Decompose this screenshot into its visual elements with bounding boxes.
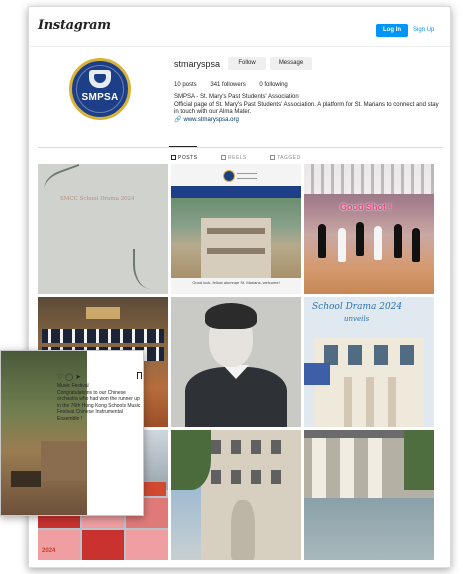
link-icon: 🔗	[174, 116, 182, 123]
post-subtitle: unveils	[344, 315, 370, 323]
bio: SMPSA - St. Mary's Past Students' Associ…	[174, 94, 444, 124]
column	[344, 377, 352, 427]
column	[312, 438, 326, 498]
player-figure	[338, 228, 346, 262]
post-tile[interactable]: SMCC School Drama 2024	[38, 164, 168, 294]
window	[374, 345, 388, 365]
reels-icon	[221, 155, 226, 160]
post-caption: Good Shot !	[340, 202, 392, 212]
crest-icon	[89, 70, 111, 88]
poster	[304, 363, 330, 385]
bio-link-row[interactable]: 🔗 www.stmaryspsa.org	[174, 117, 444, 125]
building-photo	[314, 337, 424, 427]
following-count[interactable]: 0 following	[259, 82, 287, 88]
player-figure	[318, 224, 326, 258]
window	[251, 440, 261, 454]
tab-reels[interactable]: REELS	[221, 155, 247, 161]
post-detail-popup[interactable]: ♡ ◯ ➤ Music Festival Congratulations to …	[0, 350, 144, 516]
wall	[41, 441, 87, 481]
tab-posts-label: POSTS	[178, 155, 198, 161]
year-label: 2024	[42, 548, 56, 554]
post-body: Congratulations to our Chinese orchestra…	[57, 389, 141, 422]
instagram-logo[interactable]: Instagram	[38, 18, 111, 33]
courtyard-floor	[304, 498, 434, 560]
deck	[11, 471, 41, 487]
tab-posts[interactable]: POSTS	[171, 155, 197, 161]
team-photo	[304, 164, 434, 194]
player-figure	[412, 228, 420, 262]
tab-reels-label: REELS	[228, 155, 247, 161]
tab-tagged[interactable]: TAGGED	[270, 155, 301, 161]
post-caption: Good luck, fellow alumnae St. Marians, w…	[192, 280, 280, 285]
post-tile[interactable]	[171, 430, 301, 560]
post-tile[interactable]: School Drama 2024 unveils	[304, 297, 434, 427]
window	[271, 470, 281, 484]
bio-name: SMPSA - St. Mary's Past Students' Associ…	[174, 94, 299, 100]
follow-button[interactable]: Follow	[228, 57, 266, 70]
post-actions: ♡ ◯ ➤	[57, 373, 143, 381]
bio-link[interactable]: www.stmaryspsa.org	[183, 117, 238, 123]
tree	[404, 430, 434, 490]
player-figure	[394, 224, 402, 258]
site-nav-bar	[171, 186, 301, 198]
bio-text: Official page of St. Mary's Past Student…	[174, 101, 439, 116]
posts-count: 10 posts	[174, 82, 197, 88]
share-icon[interactable]: ➤	[75, 374, 81, 381]
column	[368, 438, 382, 498]
message-button[interactable]: Message	[270, 57, 312, 70]
window	[211, 470, 221, 484]
profile-stats: 10 posts 341 followers 0 following	[174, 82, 300, 88]
top-bar: Instagram Log In Sign Up	[29, 7, 450, 47]
window	[231, 440, 241, 454]
post-caption: Music Festival Congratulations to our Ch…	[57, 383, 143, 422]
site-logo-icon	[223, 170, 235, 182]
decoration-tile	[38, 530, 80, 560]
window	[251, 470, 261, 484]
post-tile[interactable]: Good luck, fellow alumnae St. Marians, w…	[171, 164, 301, 294]
post-caption: SMCC School Drama 2024	[60, 196, 135, 202]
avatar-text: SMPSA	[81, 92, 119, 103]
active-tab-indicator	[169, 146, 197, 147]
tab-tagged-label: TAGGED	[277, 155, 301, 161]
column	[388, 377, 396, 427]
avatar[interactable]: SMPSA	[69, 58, 131, 120]
comment-icon[interactable]: ◯	[65, 374, 73, 381]
username: stmaryspsa	[174, 59, 221, 69]
site-header-text	[237, 173, 257, 179]
window	[348, 345, 362, 365]
heart-icon[interactable]: ♡	[57, 374, 63, 381]
students-row	[42, 329, 164, 343]
post-tile[interactable]: Good Shot !	[304, 164, 434, 294]
statue	[231, 500, 255, 560]
tree	[171, 430, 211, 490]
window	[231, 470, 241, 484]
player-figure	[356, 222, 364, 256]
banner	[86, 307, 120, 319]
window	[211, 440, 221, 454]
player-figure	[374, 226, 382, 260]
decoration-tile	[82, 530, 124, 560]
window	[324, 345, 338, 365]
decoration-tile	[126, 530, 168, 560]
leaf-decoration	[133, 249, 163, 289]
bookmark-icon[interactable]	[137, 372, 142, 379]
leaf-decoration	[41, 164, 87, 201]
column	[366, 377, 374, 427]
portrait-hair	[205, 303, 257, 329]
post-tile[interactable]	[304, 430, 434, 560]
building-photo	[201, 218, 271, 278]
column	[340, 438, 354, 498]
post-tile[interactable]	[171, 297, 301, 427]
window	[400, 345, 414, 365]
tabs-divider	[38, 147, 443, 148]
grid-icon	[171, 155, 176, 160]
signup-link[interactable]: Sign Up	[413, 24, 434, 37]
window	[271, 440, 281, 454]
tagged-icon	[270, 155, 275, 160]
login-button[interactable]: Log In	[376, 24, 408, 37]
post-title: School Drama 2024	[312, 302, 403, 312]
followers-count[interactable]: 341 followers	[210, 82, 245, 88]
